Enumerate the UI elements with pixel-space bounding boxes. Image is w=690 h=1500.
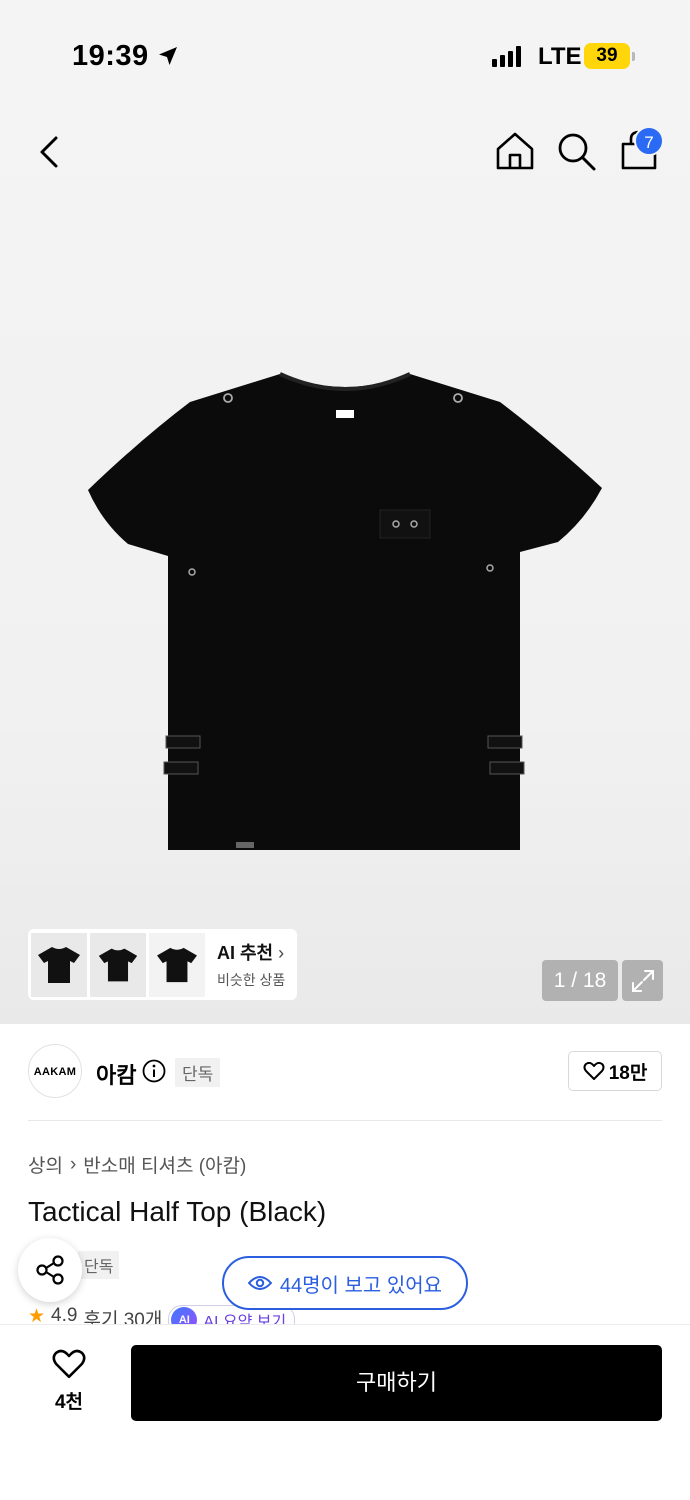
cart-count-badge: 7 bbox=[634, 126, 664, 156]
product-image[interactable] bbox=[80, 360, 610, 860]
location-arrow-icon bbox=[159, 47, 177, 65]
exclusive-tag: 단독 bbox=[78, 1251, 120, 1279]
status-time: 19:39 bbox=[72, 40, 149, 72]
info-icon[interactable] bbox=[142, 1059, 166, 1083]
heart-icon bbox=[52, 1349, 86, 1379]
chevron-right-icon: › bbox=[69, 1153, 77, 1175]
brand-name[interactable]: 아캄 bbox=[96, 1058, 136, 1090]
thumbnail[interactable] bbox=[31, 932, 87, 997]
chevron-right-icon: › bbox=[278, 943, 285, 963]
brand-like-count: 18만 bbox=[608, 1062, 648, 1084]
ai-recommend-subtitle: 비슷한 상품 bbox=[217, 972, 286, 988]
share-icon bbox=[36, 1255, 64, 1285]
brand-logo[interactable]: AAKAM bbox=[28, 1044, 82, 1098]
breadcrumb-category[interactable]: 상의 bbox=[28, 1151, 63, 1178]
cellular-signal-icon bbox=[492, 45, 521, 67]
breadcrumb-subcategory[interactable]: 반소매 티셔츠 (아캄) bbox=[83, 1151, 246, 1178]
ai-summary-label: AI 요약 보기 bbox=[203, 1314, 287, 1325]
tshirt-thumbnail-icon bbox=[98, 948, 138, 981]
viewers-indicator: 44명이 보고 있어요 bbox=[222, 1256, 468, 1310]
wishlist-count: 4천 bbox=[54, 1392, 84, 1413]
status-bar: 19:39 LTE 39 bbox=[0, 0, 690, 110]
ai-recommend-title: AI 추천 bbox=[217, 943, 274, 963]
viewers-text: 44명이 보고 있어요 bbox=[279, 1274, 443, 1297]
battery-nub bbox=[632, 52, 635, 61]
search-icon[interactable] bbox=[555, 130, 597, 172]
ai-recommend-card[interactable]: AI 추천 › 비슷한 상품 bbox=[28, 929, 297, 1000]
thumbnail[interactable] bbox=[149, 932, 205, 997]
ai-recommend-text[interactable]: AI 추천 › 비슷한 상품 bbox=[217, 939, 285, 990]
tshirt-thumbnail-icon bbox=[38, 946, 80, 983]
review-count[interactable]: 후기 30개 bbox=[83, 1305, 162, 1325]
back-chevron-icon[interactable] bbox=[30, 128, 70, 176]
thumbnail[interactable] bbox=[90, 932, 146, 997]
image-page-counter: 1 / 18 bbox=[542, 960, 618, 1001]
product-title: Tactical Half Top (Black) bbox=[28, 1196, 327, 1227]
breadcrumb: 상의 › 반소매 티셔츠 (아캄) bbox=[28, 1151, 246, 1178]
network-type: LTE bbox=[538, 43, 582, 70]
exclusive-badge: 단독 bbox=[175, 1058, 221, 1087]
brand-like-button[interactable]: 18만 bbox=[568, 1051, 662, 1091]
ai-icon: AI bbox=[171, 1307, 198, 1325]
rating-value: 4.9 bbox=[51, 1305, 78, 1325]
home-icon[interactable] bbox=[494, 130, 536, 172]
heart-icon bbox=[583, 1061, 605, 1080]
buy-button[interactable]: 구매하기 bbox=[131, 1345, 662, 1421]
star-icon: ★ bbox=[28, 1306, 46, 1325]
share-button[interactable] bbox=[18, 1238, 82, 1302]
eye-icon bbox=[247, 1276, 272, 1290]
expand-icon bbox=[631, 969, 654, 992]
wishlist-button[interactable]: 4천 bbox=[30, 1348, 108, 1414]
divider bbox=[28, 1120, 662, 1121]
expand-image-button[interactable] bbox=[622, 960, 663, 1001]
tshirt-thumbnail-icon bbox=[157, 947, 197, 982]
battery-indicator: 39 bbox=[584, 43, 630, 69]
